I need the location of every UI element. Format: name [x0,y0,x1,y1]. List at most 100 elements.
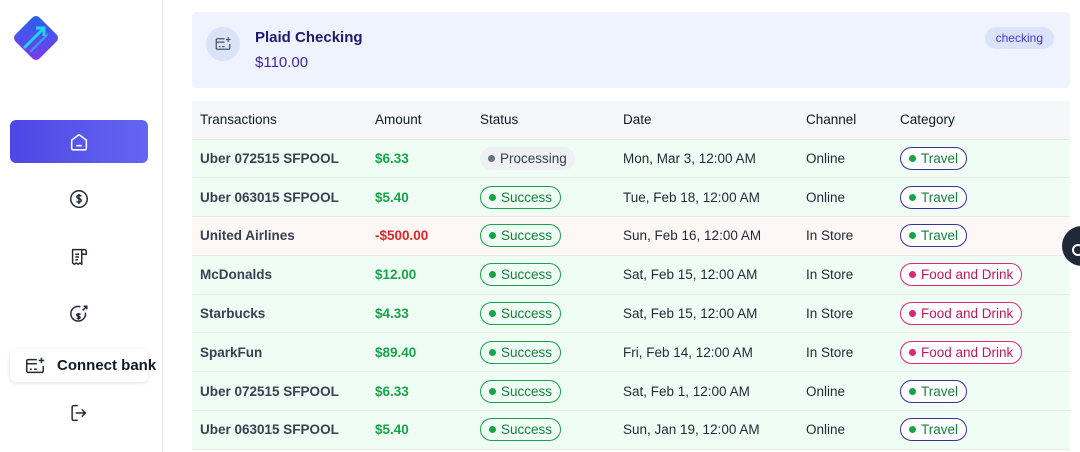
account-type-badge: checking [984,27,1054,49]
transaction-channel: In Store [806,216,900,256]
sidebar-item-bills[interactable] [10,235,148,278]
transaction-channel: In Store [806,255,900,295]
category-dot-icon [909,426,916,434]
column-header-amount: Amount [375,101,480,140]
money-send-icon [70,304,88,322]
status-badge: Success [480,302,562,326]
status-label: Success [501,306,553,322]
status-dot-icon [488,154,495,162]
status-dot-icon [489,426,496,434]
account-card[interactable]: Plaid Checking $110.00 checking [192,12,1070,88]
status-label: Success [501,267,553,283]
transaction-channel: Online [806,177,900,218]
category-badge: Food and Drink [900,263,1023,287]
status-badge: Success [480,379,562,403]
receipt-icon [71,248,88,265]
card-add-icon [26,357,45,373]
sidebar-item-transfer[interactable] [10,292,148,335]
transaction-name: Uber 072515 SFPOOL [192,139,375,179]
category-label: Travel [921,228,959,244]
logout-icon [71,404,87,421]
category-badge: Travel [900,185,968,209]
category-dot-icon [909,193,916,201]
transactions-table: Transactions Amount Status Date Channel … [192,101,1070,450]
account-balance: $110.00 [255,54,309,71]
status-label: Processing [500,150,567,166]
category-badge: Food and Drink [900,340,1023,364]
transaction-channel: Online [806,139,900,179]
transaction-amount: $4.33 [375,294,480,334]
dollar-circle-icon [70,189,88,208]
status-label: Success [501,344,553,360]
category-dot-icon [909,154,916,162]
status-dot-icon [489,310,496,318]
status-badge: Success [480,224,562,248]
status-badge: Success [480,340,562,364]
status-label: Success [501,383,553,399]
category-label: Travel [921,383,959,399]
status-dot-icon [489,271,496,279]
table-row[interactable]: Starbucks $4.33 Success Sat, Feb 15, 12:… [192,294,1070,334]
transaction-date: Sun, Jan 19, 12:00 AM [623,410,806,450]
category-badge: Travel [900,418,968,442]
category-badge: Travel [900,224,968,248]
transaction-amount: $5.40 [375,177,480,218]
column-header-category: Category [900,101,1070,140]
category-label: Travel [921,189,959,205]
account-name: Plaid Checking [255,29,363,46]
status-badge: Success [480,418,562,442]
category-dot-icon [909,232,916,240]
table-row[interactable]: McDonalds $12.00 Success Sat, Feb 15, 12… [192,255,1070,295]
logout-button[interactable] [10,391,148,434]
brand-logo-icon[interactable] [10,12,62,64]
status-badge: Success [480,263,562,287]
transaction-name: Starbucks [192,294,375,334]
category-dot-icon [909,387,916,395]
status-badge: Success [480,185,562,209]
account-icon-wrapper [206,27,240,61]
column-header-transactions: Transactions [192,101,375,140]
table-row[interactable]: Uber 063015 SFPOOL $5.40 Success Tue, Fe… [192,177,1070,218]
connect-bank-label: Connect bank [57,357,157,374]
transaction-name: SparkFun [192,332,375,373]
transaction-amount: $6.33 [375,139,480,179]
table-row[interactable]: Uber 063015 SFPOOL $5.40 Success Sun, Ja… [192,410,1070,450]
table-row[interactable]: SparkFun $89.40 Success Fri, Feb 14, 12:… [192,332,1070,373]
table-row[interactable]: Uber 072515 SFPOOL $6.33 Processing Mon,… [192,139,1070,179]
connect-bank-button[interactable]: Connect bank [10,349,156,382]
column-header-channel: Channel [806,101,900,140]
category-badge: Travel [900,146,968,170]
table-row[interactable]: United Airlines -$500.00 Success Sun, Fe… [192,216,1070,256]
category-dot-icon [909,271,916,279]
home-icon [70,133,88,151]
sidebar: Connect bank [0,0,163,452]
sidebar-item-transactions[interactable] [10,177,148,220]
transaction-amount: $12.00 [375,255,480,295]
transaction-date: Tue, Feb 18, 12:00 AM [623,177,806,218]
transaction-amount: -$500.00 [375,216,480,256]
category-label: Travel [921,150,959,166]
transaction-amount: $5.40 [375,410,480,450]
transaction-channel: Online [806,410,900,450]
category-badge: Travel [900,379,968,403]
column-header-date: Date [623,101,806,140]
category-label: Food and Drink [921,344,1014,360]
transaction-amount: $89.40 [375,332,480,373]
transaction-amount: $6.33 [375,371,480,412]
transaction-date: Fri, Feb 14, 12:00 AM [623,332,806,373]
transaction-date: Sun, Feb 16, 12:00 AM [623,216,806,256]
transaction-name: United Airlines [192,216,375,256]
transaction-date: Sat, Feb 15, 12:00 AM [623,294,806,334]
status-label: Success [501,422,553,438]
status-label: Success [501,189,553,205]
transaction-name: Uber 072515 SFPOOL [192,371,375,412]
transaction-date: Sat, Feb 15, 12:00 AM [623,255,806,295]
sidebar-item-home[interactable] [10,120,148,163]
status-badge: Processing [480,146,575,170]
table-row[interactable]: Uber 072515 SFPOOL $6.33 Success Sat, Fe… [192,371,1070,412]
category-badge: Food and Drink [900,302,1023,326]
transaction-name: Uber 063015 SFPOOL [192,410,375,450]
status-dot-icon [489,348,496,356]
category-label: Travel [921,422,959,438]
transaction-channel: Online [806,371,900,412]
